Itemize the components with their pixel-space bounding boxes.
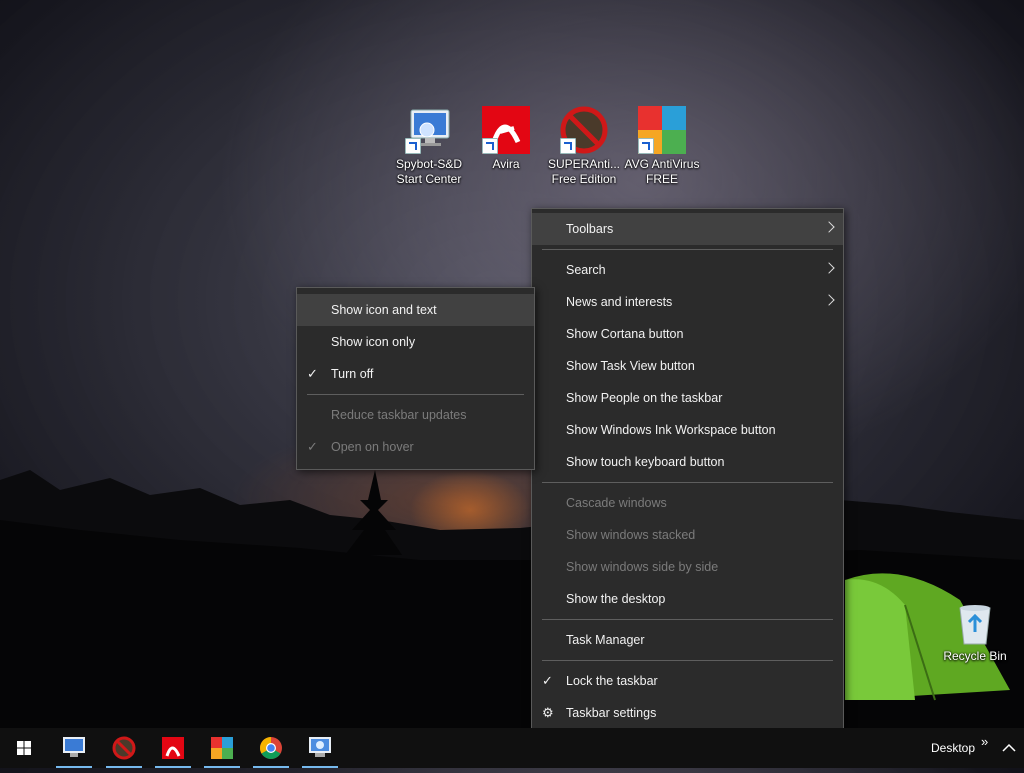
desktop-toolbar-label[interactable]: Desktop [931, 728, 975, 768]
checkmark-icon: ✓ [307, 366, 318, 381]
desktop-icon-spybot[interactable]: Spybot-S&D Start Center [391, 106, 467, 187]
desktop-icon-label: AVG AntiVirus [624, 157, 700, 171]
taskbar-app-spybot-monitor[interactable] [300, 728, 340, 768]
menu-item-news-and-interests[interactable]: News and interests [532, 286, 843, 318]
desktop-icon-label: Avira [492, 157, 520, 171]
chrome-icon [260, 737, 282, 759]
desktop-icon-label: Spybot-S&D [395, 157, 463, 171]
menu-item-label: Show Windows Ink Workspace button [566, 423, 776, 437]
taskbar-context-menu: Toolbars Search News and interests Show … [531, 208, 844, 734]
avira-icon [482, 106, 530, 154]
menu-item-show-windows-ink[interactable]: Show Windows Ink Workspace button [532, 414, 843, 446]
menu-item-show-windows-side-by-side: Show windows side by side [532, 551, 843, 583]
gear-icon: ⚙ [542, 705, 554, 720]
menu-item-cascade-windows: Cascade windows [532, 487, 843, 519]
menu-separator [542, 660, 833, 661]
show-hidden-icons-button[interactable] [996, 728, 1022, 768]
menu-item-search[interactable]: Search [532, 254, 843, 286]
taskbar-app-avira[interactable] [153, 728, 193, 768]
desktop-icon-label: Recycle Bin [943, 649, 1007, 663]
recycle-bin-icon [954, 602, 996, 646]
menu-item-label: Cascade windows [566, 496, 667, 510]
menu-separator [542, 619, 833, 620]
menu-item-show-people[interactable]: Show People on the taskbar [532, 382, 843, 414]
menu-item-show-the-desktop[interactable]: Show the desktop [532, 583, 843, 615]
submenu-item-show-icon-and-text[interactable]: Show icon and text [297, 294, 534, 326]
taskbar-app-spybot[interactable] [54, 728, 94, 768]
menu-item-label: Lock the taskbar [566, 674, 658, 688]
menu-item-label: Show windows side by side [566, 560, 719, 574]
taskbar-app-chrome[interactable] [251, 728, 291, 768]
menu-item-taskbar-settings[interactable]: ⚙ Taskbar settings [532, 697, 843, 729]
submenu-item-reduce-taskbar-updates: Reduce taskbar updates [297, 399, 534, 431]
taskbar[interactable]: Desktop » [0, 728, 1024, 768]
menu-item-label: Show Cortana button [566, 327, 684, 341]
desktop-icon-superantispyware[interactable]: SUPERAnti... Free Edition [546, 106, 622, 187]
chevron-right-icon [823, 262, 835, 274]
menu-item-label: Toolbars [566, 222, 614, 236]
menu-item-label: Task Manager [566, 633, 645, 647]
checkmark-icon: ✓ [542, 673, 553, 688]
menu-item-show-windows-stacked: Show windows stacked [532, 519, 843, 551]
menu-item-label: Open on hover [331, 440, 414, 454]
chevron-right-icon [823, 221, 835, 233]
menu-item-label: Show touch keyboard button [566, 455, 725, 469]
spybot-icon [405, 106, 453, 154]
desktop-icon-label: Free Edition [551, 172, 617, 186]
avg-icon [211, 737, 233, 759]
menu-item-show-touch-keyboard[interactable]: Show touch keyboard button [532, 446, 843, 478]
superantispyware-icon [560, 106, 608, 154]
desktop-icon-label: Start Center [396, 172, 462, 186]
avg-icon [638, 106, 686, 154]
submenu-item-turn-off[interactable]: ✓ Turn off [297, 358, 534, 390]
menu-item-label: Show Task View button [566, 359, 695, 373]
desktop-icon-recycle-bin[interactable]: Recycle Bin [937, 602, 1013, 664]
menu-item-label: News and interests [566, 295, 673, 309]
desktop-icon-label: FREE [645, 172, 678, 186]
menu-separator [542, 249, 833, 250]
submenu-item-show-icon-only[interactable]: Show icon only [297, 326, 534, 358]
menu-item-label: Show icon only [331, 335, 416, 349]
menu-item-label: Taskbar settings [566, 706, 657, 720]
menu-item-label: Reduce taskbar updates [331, 408, 467, 422]
menu-item-show-task-view-button[interactable]: Show Task View button [532, 350, 843, 382]
start-button[interactable] [4, 728, 44, 768]
submenu-item-open-on-hover: ✓ Open on hover [297, 431, 534, 463]
toolbar-overflow-icon[interactable]: » [981, 722, 988, 762]
chevron-right-icon [823, 294, 835, 306]
menu-item-label: Turn off [331, 367, 374, 381]
windows-logo-icon [17, 741, 31, 755]
checkmark-icon: ✓ [307, 439, 318, 454]
menu-item-toolbars[interactable]: Toolbars [532, 213, 843, 245]
spybot-monitor-icon [309, 737, 331, 757]
menu-item-label: Show People on the taskbar [566, 391, 723, 405]
desktop-icon-avira[interactable]: Avira [468, 106, 544, 172]
menu-separator [542, 482, 833, 483]
menu-item-label: Show the desktop [566, 592, 666, 606]
avira-icon [162, 737, 184, 759]
menu-item-lock-the-taskbar[interactable]: ✓ Lock the taskbar [532, 665, 843, 697]
menu-item-label: Show icon and text [331, 303, 437, 317]
taskbar-app-superantispyware[interactable] [104, 728, 144, 768]
news-and-interests-submenu: Show icon and text Show icon only ✓ Turn … [296, 287, 535, 470]
taskbar-app-avg[interactable] [202, 728, 242, 768]
spybot-icon [63, 737, 85, 757]
superantispyware-icon [112, 736, 136, 760]
desktop-icon-label: SUPERAnti... [547, 157, 621, 171]
menu-separator [307, 394, 524, 395]
menu-item-label: Show windows stacked [566, 528, 696, 542]
desktop-icon-avg[interactable]: AVG AntiVirus FREE [624, 106, 700, 187]
menu-item-label: Search [566, 263, 606, 277]
menu-item-task-manager[interactable]: Task Manager [532, 624, 843, 656]
menu-item-show-cortana-button[interactable]: Show Cortana button [532, 318, 843, 350]
chevron-up-icon [1002, 743, 1016, 752]
